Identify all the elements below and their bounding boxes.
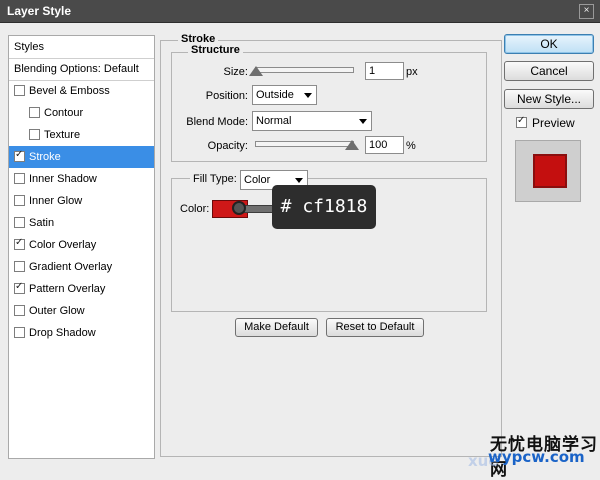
style-item-drop-shadow[interactable]: Drop Shadow — [9, 322, 154, 344]
close-icon[interactable]: × — [579, 4, 594, 19]
style-item-bevel-emboss[interactable]: Bevel & Emboss — [9, 80, 154, 102]
preview-thumbnail — [515, 140, 581, 202]
position-select[interactable]: Outside — [252, 85, 317, 105]
size-unit: px — [406, 66, 418, 78]
style-checkbox[interactable] — [14, 85, 25, 96]
size-label: Size: — [223, 66, 248, 78]
style-item-outer-glow[interactable]: Outer Glow — [9, 300, 154, 322]
style-item-satin[interactable]: Satin — [9, 212, 154, 234]
preview-swatch — [533, 154, 567, 188]
color-hex-tooltip: # cf1818 — [272, 185, 376, 229]
blend-mode-value: Normal — [256, 115, 292, 127]
style-checkbox[interactable] — [14, 327, 25, 338]
style-checkbox[interactable] — [14, 305, 25, 316]
preview-checkbox[interactable] — [516, 115, 527, 128]
style-item-label: Bevel & Emboss — [29, 85, 110, 97]
title-bar: Layer Style × — [0, 0, 600, 23]
style-item-label: Inner Shadow — [29, 173, 97, 185]
size-input[interactable]: 1 — [365, 62, 404, 80]
window-title: Layer Style — [7, 4, 72, 18]
style-item-inner-shadow[interactable]: Inner Shadow — [9, 168, 154, 190]
style-checkbox[interactable] — [14, 261, 25, 272]
position-label: Position: — [205, 90, 248, 102]
style-item-texture[interactable]: Texture — [9, 124, 154, 146]
opacity-unit: % — [406, 140, 416, 152]
style-checkbox[interactable] — [14, 217, 25, 228]
style-item-contour[interactable]: Contour — [9, 102, 154, 124]
style-checkbox[interactable] — [29, 107, 40, 118]
style-item-color-overlay[interactable]: Color Overlay — [9, 234, 154, 256]
ok-button[interactable]: OK — [504, 34, 594, 54]
style-checkbox[interactable] — [14, 281, 25, 294]
style-item-label: Inner Glow — [29, 195, 83, 207]
size-slider[interactable] — [255, 67, 354, 73]
style-item-label: Outer Glow — [29, 305, 85, 317]
style-item-label: Blending Options: Default — [14, 63, 139, 75]
style-item-label: Stroke — [29, 151, 61, 163]
styles-list: Styles Blending Options: Default Bevel & E… — [8, 35, 155, 459]
style-item-label: Satin — [29, 217, 55, 229]
style-checkbox[interactable] — [14, 149, 25, 162]
fill-type-value: Color — [244, 174, 271, 186]
make-default-button[interactable]: Make Default — [235, 318, 318, 337]
opacity-value: 100 — [369, 139, 388, 151]
style-checkbox[interactable] — [14, 173, 25, 184]
cancel-button[interactable]: Cancel — [504, 61, 594, 81]
style-item-stroke[interactable]: Stroke — [9, 146, 154, 168]
position-value: Outside — [256, 89, 294, 101]
style-item-inner-glow[interactable]: Inner Glow — [9, 190, 154, 212]
opacity-label: Opacity: — [207, 140, 248, 152]
style-checkbox[interactable] — [14, 195, 25, 206]
style-checkbox[interactable] — [29, 129, 40, 140]
blend-mode-select[interactable]: Normal — [252, 111, 372, 131]
fill-type-label: Fill Type: — [190, 173, 240, 185]
size-slider-thumb[interactable] — [249, 66, 263, 76]
style-item-label: Pattern Overlay — [29, 283, 106, 295]
reset-default-button[interactable]: Reset to Default — [326, 318, 424, 337]
watermark: xue 无忧电脑学习网 wypcw.com — [468, 430, 600, 480]
style-item-pattern-overlay[interactable]: Pattern Overlay — [9, 278, 154, 300]
watermark-en: wypcw.com — [488, 448, 585, 466]
style-item-label: Gradient Overlay — [29, 261, 113, 273]
opacity-slider-thumb[interactable] — [345, 140, 359, 150]
opacity-slider[interactable] — [255, 141, 354, 147]
style-checkbox[interactable] — [14, 237, 25, 250]
style-item-blending-options-default[interactable]: Blending Options: Default — [9, 58, 154, 81]
new-style-button[interactable]: New Style... — [504, 89, 594, 109]
tooltip-pin-icon — [232, 201, 246, 215]
size-value: 1 — [369, 65, 376, 77]
style-item-label: Color Overlay — [29, 239, 97, 251]
structure-title: Structure — [188, 44, 243, 56]
style-item-label: Styles — [14, 41, 44, 53]
style-item-label: Contour — [44, 107, 84, 119]
style-item-styles[interactable]: Styles — [9, 36, 154, 59]
chevron-down-icon — [304, 93, 312, 98]
opacity-input[interactable]: 100 — [365, 136, 404, 154]
chevron-down-icon — [295, 178, 303, 183]
style-item-label: Drop Shadow — [29, 327, 96, 339]
chevron-down-icon — [359, 119, 367, 124]
style-item-gradient-overlay[interactable]: Gradient Overlay — [9, 256, 154, 278]
preview-label: Preview — [532, 116, 575, 130]
color-label: Color: — [180, 203, 210, 215]
blend-mode-label: Blend Mode: — [186, 116, 248, 128]
style-item-label: Texture — [44, 129, 81, 141]
